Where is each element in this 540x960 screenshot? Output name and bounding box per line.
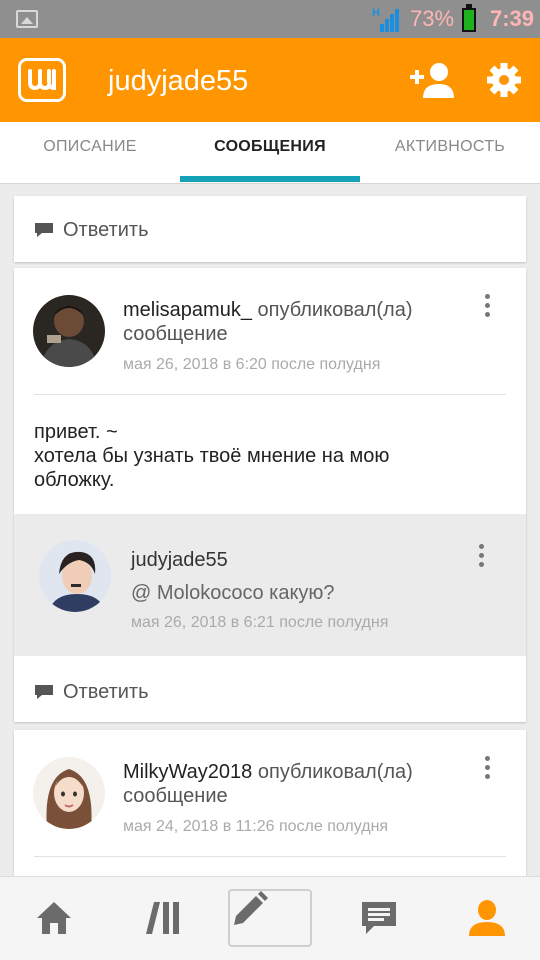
battery-icon [462,4,476,32]
reply-author[interactable]: judyjade55 [131,549,228,572]
more-options-icon[interactable] [476,544,486,572]
post-verb: опубликовал(ла) [257,299,413,321]
nav-write[interactable] [228,889,312,947]
nav-library[interactable] [108,877,216,960]
message-card: melisapamuk_ опубликовал(ла) сообщение м… [14,268,526,722]
tab-messages[interactable]: СООБЩЕНИЯ [180,122,360,184]
avatar[interactable] [33,757,105,829]
messages-icon [362,902,396,934]
status-bar: H 73% 7:39 [0,0,540,38]
profile-tabs: ОПИСАНИЕ СООБЩЕНИЯ АКТИВНОСТЬ [0,122,540,184]
svg-text:H: H [372,7,380,19]
nav-home[interactable] [0,877,108,960]
message-card: MilkyWay2018 опубликовал(ла) сообщение м… [14,730,526,890]
post-verb: опубликовал(ла) [257,761,413,783]
bottom-navigation [0,876,540,960]
post-body: привет. ~ хотела бы узнать твоё мнение н… [34,420,389,492]
post-timestamp: мая 24, 2018 в 11:26 после полудня [123,818,389,835]
post-header: melisapamuk_ опубликовал(ла) сообщение [123,298,413,346]
reply-text: @ Molokococo какую? [131,582,335,604]
wattpad-logo-icon[interactable] [18,58,66,102]
post-verb-2: сообщение [123,785,228,807]
tab-activity[interactable]: АКТИВНОСТЬ [360,122,540,184]
nav-messages[interactable] [324,877,432,960]
nav-profile[interactable] [432,877,540,960]
settings-gear-icon[interactable] [486,62,522,98]
add-user-icon[interactable] [410,62,454,98]
battery-percent: 73% [410,6,455,31]
reply-button[interactable]: Ответить [14,200,526,258]
comment-icon [35,685,53,699]
reply-timestamp: мая 26, 2018 в 6:21 после полудня [131,614,389,631]
reply-label: Ответить [63,219,149,241]
message-card: Ответить [14,196,526,262]
more-options-icon[interactable] [482,294,492,322]
reply-button[interactable]: Ответить [14,662,526,720]
image-icon [16,10,38,28]
reply-label: Ответить [63,681,149,703]
app-bar: judyjade55 [0,38,540,122]
clock: 7:39 [490,6,535,31]
post-body-line: обложку. [34,469,115,491]
avatar[interactable] [39,540,111,612]
post-verb-2: сообщение [123,323,228,345]
post-author[interactable]: MilkyWay2018 [123,761,252,783]
post-author[interactable]: melisapamuk_ [123,299,252,321]
post-body-line: привет. ~ [34,421,118,443]
more-options-icon[interactable] [482,756,492,784]
home-icon [37,902,71,934]
profile-icon [469,900,505,936]
post-timestamp: мая 26, 2018 в 6:20 после полудня [123,356,381,373]
profile-username-title: judyjade55 [108,65,249,97]
divider [34,856,506,857]
reply-comment: judyjade55 @ Molokococo какую? мая 26, 2… [14,514,526,656]
library-icon [146,902,179,934]
write-pencil-icon [234,891,268,925]
signal-icon: H [372,7,399,32]
post-body-line: хотела бы узнать твоё мнение на мою [34,445,390,467]
tab-description[interactable]: ОПИСАНИЕ [0,122,180,184]
comment-icon [35,223,53,237]
active-tab-indicator [180,176,360,182]
divider [34,394,506,395]
post-header: MilkyWay2018 опубликовал(ла) сообщение [123,760,413,808]
avatar[interactable] [33,295,105,367]
